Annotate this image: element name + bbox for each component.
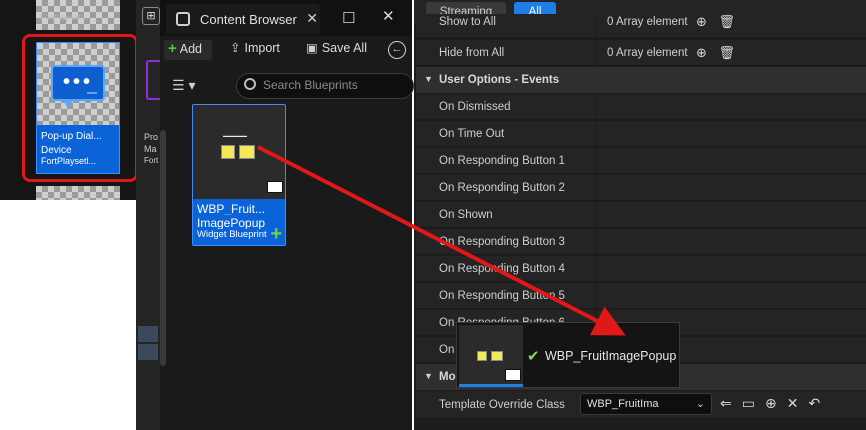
event-name: On Responding Button 2 — [439, 182, 565, 194]
landscape-image-icon — [239, 145, 255, 159]
sidebar-slot[interactable] — [138, 326, 158, 342]
tab-title: Content Browser — [200, 12, 297, 27]
reset-icon[interactable]: ↶ — [808, 395, 820, 411]
partial-label-2: Ma — [144, 144, 157, 154]
event-row[interactable]: On Responding Button 3 — [416, 229, 866, 255]
section-title: User Options - Events — [439, 74, 560, 86]
event-row[interactable]: On Dismissed — [416, 94, 866, 120]
property-row-template-override-class[interactable]: Template Override Class WBP_FruitIma ⌄ ⇐… — [416, 391, 866, 419]
drag-drop-preview: ✔ WBP_FruitImagePopup — [456, 322, 680, 388]
widget-thumbnail: ▬▬▬▬▬▬ — [193, 105, 285, 199]
fruit-image-icon — [477, 351, 487, 361]
property-value: 0 Array element — [607, 47, 688, 59]
event-name: On Responding Button 5 — [439, 290, 565, 302]
asset-name-line2: ImagePopup — [197, 217, 266, 229]
search-field[interactable] — [236, 73, 414, 99]
collapse-caret-icon: ▼ — [424, 371, 433, 381]
event-row[interactable]: On Responding Button 1 — [416, 148, 866, 174]
array-add-delete-icons[interactable]: ⊕ 🗑 — [696, 45, 739, 61]
partial-label-1: Pro — [144, 132, 159, 142]
widget-blueprint-badge-icon — [267, 181, 283, 193]
search-icon — [244, 78, 256, 90]
asset-type: Widget Blueprint — [197, 229, 267, 240]
annotation-highlight-box — [22, 34, 138, 182]
event-name: On Responding Button 3 — [439, 236, 565, 248]
close-window-icon[interactable]: ✕ — [382, 7, 395, 25]
content-browser-icon — [176, 12, 190, 26]
event-name: On Responding Button 1 — [439, 155, 565, 167]
save-icon: ▣ — [306, 41, 318, 55]
event-row[interactable]: On Responding Button 5 — [416, 283, 866, 309]
import-label: Import — [244, 41, 280, 55]
partial-asset-tile[interactable]: Pro Ma Fort — [138, 46, 160, 176]
asset-strip: FortPlaysetl... ••• Pop-up Dial... Devic… — [0, 0, 138, 200]
search-input[interactable] — [263, 78, 403, 92]
add-label: Add — [179, 42, 203, 56]
checkmark-icon: ✔ — [527, 348, 540, 365]
property-name: Template Override Class — [439, 399, 565, 411]
history-back-icon[interactable]: ← — [388, 41, 406, 59]
property-name: Show to All — [439, 16, 496, 28]
section-title: Mo — [439, 371, 456, 383]
property-value: 0 Array element — [607, 16, 688, 28]
widget-blueprint-tile[interactable]: ▬▬▬▬▬▬ WBP_Fruit... ImagePopup Widget Bl… — [192, 104, 286, 246]
import-button[interactable]: ⇪ Import — [230, 40, 280, 60]
fruit-image-icon — [221, 145, 235, 159]
class-picker-value: WBP_FruitIma — [587, 398, 659, 410]
partial-label-3: Fort — [144, 156, 159, 165]
maximize-icon[interactable]: ☐ — [342, 9, 355, 27]
event-row[interactable]: On Responding Button 2 — [416, 175, 866, 201]
event-name: On Time Out — [439, 128, 505, 140]
landscape-image-icon — [491, 351, 503, 361]
tab-content-browser[interactable]: Content Browser ✕ — [166, 4, 320, 34]
asset-name-line1: WBP_Fruit... — [197, 203, 266, 215]
thumbnail-caption: ▬▬▬▬▬▬ — [223, 133, 247, 138]
class-picker-tools: ⇐ ▭ ⊕ ✕ ↶ — [720, 395, 830, 412]
add-plus-icon: + — [270, 223, 282, 245]
event-row[interactable]: On Time Out — [416, 121, 866, 147]
browse-icon[interactable]: ▭ — [742, 395, 755, 411]
close-tab-icon[interactable]: ✕ — [306, 10, 318, 27]
event-row[interactable]: On Responding Button 4 — [416, 256, 866, 282]
plus-icon: + — [168, 40, 177, 57]
section-user-options-events[interactable]: ▼ User Options - Events — [416, 67, 866, 93]
asset-color-bar — [146, 60, 160, 100]
screenshot-root: FortPlaysetl... ••• Pop-up Dial... Devic… — [0, 0, 866, 430]
chevron-down-icon: ⌄ — [695, 398, 705, 410]
filter-bar: ☰ ▾ — [160, 72, 414, 100]
event-row[interactable]: On Shown — [416, 202, 866, 228]
save-all-button[interactable]: ▣ Save All — [306, 40, 367, 60]
import-icon: ⇪ — [230, 41, 241, 55]
collapse-caret-icon: ▼ — [424, 74, 433, 84]
filter-icon[interactable]: ☰ ▾ — [172, 77, 195, 94]
sidebar-slot[interactable] — [138, 344, 158, 360]
property-row-show-to-all[interactable]: Show to All 0 Array element ⊕ 🗑 — [416, 14, 866, 40]
use-selected-icon[interactable]: ⇐ — [720, 395, 732, 411]
widget-blueprint-badge-icon — [505, 369, 521, 381]
dock-icon[interactable]: ⊞ — [142, 7, 160, 25]
event-name: On Responding Button 4 — [439, 263, 565, 275]
event-name: On Dismissed — [439, 101, 511, 113]
save-all-label: Save All — [321, 41, 367, 55]
property-row-hide-from-all[interactable]: Hide from All 0 Array element ⊕ 🗑 — [416, 40, 866, 66]
array-add-delete-icons[interactable]: ⊕ 🗑 — [696, 14, 739, 30]
add-icon[interactable]: ⊕ — [765, 395, 777, 411]
tab-bar: Content Browser ✕ ☐ ✕ — [160, 0, 412, 36]
drag-asset-label: WBP_FruitImagePopup — [545, 349, 677, 363]
asset-tile-bottom[interactable] — [36, 186, 120, 200]
class-picker-combo[interactable]: WBP_FruitIma ⌄ — [580, 393, 712, 415]
content-browser-toolbar: + Add ⇪ Import ▣ Save All ← — [160, 36, 412, 64]
asset-tile-top-label: FortPlaysetl... — [40, 13, 89, 22]
event-name: On Shown — [439, 209, 493, 221]
add-button[interactable]: + Add — [164, 40, 212, 60]
drag-thumbnail — [459, 325, 523, 387]
vertical-scrollbar[interactable] — [160, 130, 166, 366]
event-name: On — [439, 344, 455, 356]
content-browser-panel: ⊞ Content Browser ✕ ☐ ✕ + Add ⇪ Import ▣ Sa… — [136, 0, 414, 430]
property-name: Hide from All — [439, 47, 505, 59]
clear-icon[interactable]: ✕ — [787, 395, 799, 411]
